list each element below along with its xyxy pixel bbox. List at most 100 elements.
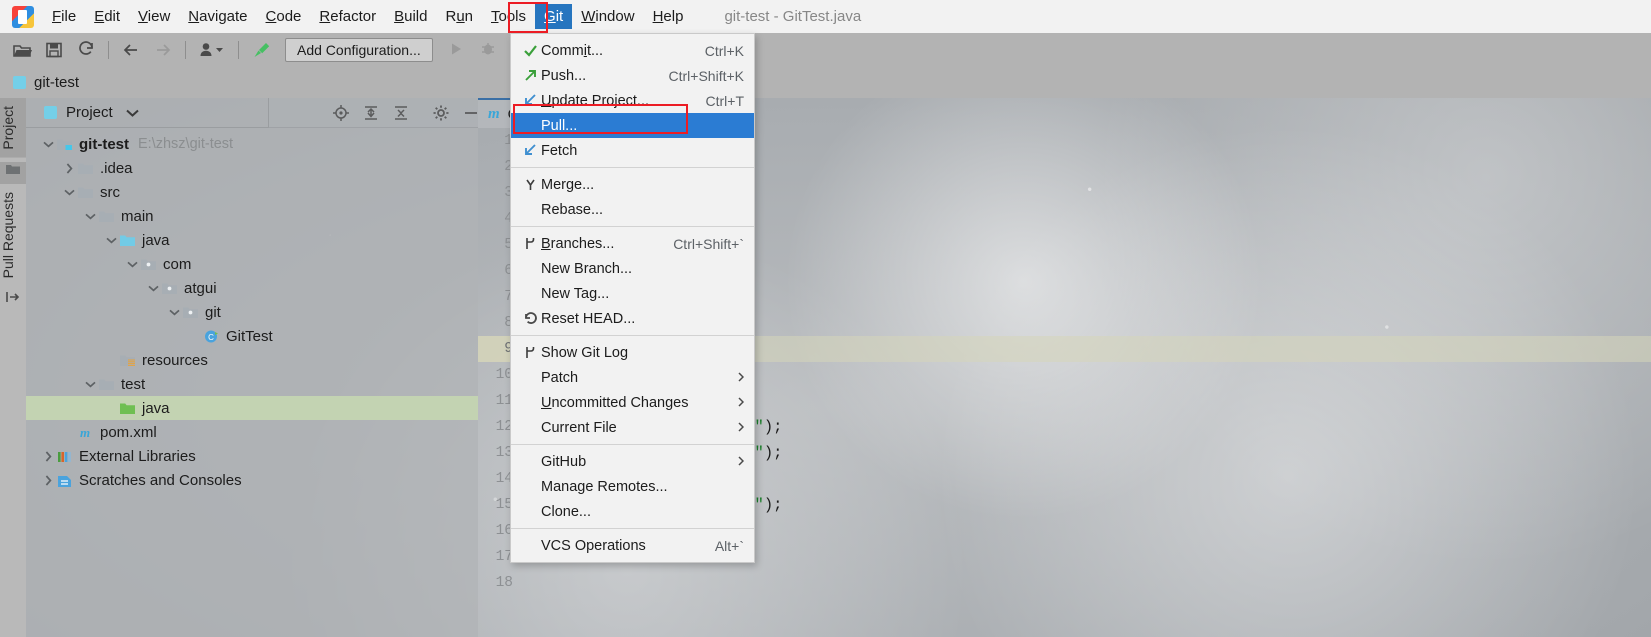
git-menu-item-current-file[interactable]: Current File [511,415,754,440]
tree-node-pom-xml[interactable]: m pom.xml [26,420,478,444]
project-file-tree: git-test E:\zhsz\git-test .idea src main java… [26,128,478,492]
git-menu-item-rebase[interactable]: Rebase... [511,197,754,222]
menu-bar-item-file[interactable]: File [43,4,85,29]
chevron-right-icon[interactable] [40,472,56,488]
chevron-right-icon[interactable] [40,448,56,464]
chevron-down-icon[interactable] [103,232,119,248]
git-menu-item-merge[interactable]: Merge... [511,172,754,197]
git-menu-item-clone[interactable]: Clone... [511,499,754,524]
tree-node-atgui[interactable]: atgui [26,276,478,300]
menu-bar-item-git[interactable]: Git [535,4,573,29]
git-menu-item-label: Patch [541,369,579,386]
tree-node-label: main [121,207,154,225]
git-menu-item-update-project[interactable]: Update Project... Ctrl+T [511,88,754,113]
git-menu-item-shortcut: Ctrl+T [705,92,745,109]
git-menu-item-manage-remotes[interactable]: Manage Remotes... [511,474,754,499]
sync-icon[interactable] [73,37,99,63]
menu-bar-item-run[interactable]: Run [436,4,482,29]
tree-node-external-libraries[interactable]: External Libraries [26,444,478,468]
git-menu-item-push[interactable]: Push... Ctrl+Shift+K [511,63,754,88]
chevron-down-icon[interactable] [124,256,140,272]
commit-icon[interactable] [0,290,26,312]
code-line[interactable] [522,570,1651,596]
tree-node-java[interactable]: java [26,228,478,252]
tool-window-tab-project[interactable]: Project [0,98,26,158]
merge-icon [519,176,541,194]
project-name-strip: git-test [0,66,1651,98]
build-hammer-icon[interactable] [248,37,274,63]
git-menu-item-reset-head[interactable]: Reset HEAD... [511,306,754,331]
menu-bar-item-window[interactable]: Window [572,4,643,29]
tree-node-idea[interactable]: .idea [26,156,478,180]
svg-text:m: m [80,425,90,440]
menu-bar-item-help[interactable]: Help [644,4,693,29]
tool-window-tab-pull-requests[interactable]: Pull Requests [0,184,26,286]
menu-bar: File Edit View Navigate Code Refactor Build Run… [0,0,1651,33]
tree-node-label: Scratches and Consoles [79,471,242,489]
git-menu-item-patch[interactable]: Patch [511,365,754,390]
git-menu-item-vcs-operations[interactable]: VCS Operations Alt+` [511,533,754,558]
menu-bar-items: File Edit View Navigate Code Refactor Build Run… [43,4,692,29]
tree-node-label: git [205,303,221,321]
toolbar-separator [238,40,239,59]
menu-bar-item-refactor[interactable]: Refactor [310,4,385,29]
chevron-down-icon[interactable] [40,136,56,152]
save-icon[interactable] [41,37,67,63]
chevron-down-icon[interactable] [82,376,98,392]
structure-icon[interactable] [0,161,26,184]
project-panel-icon [44,106,57,119]
tree-node-label: GitTest [226,327,273,345]
git-menu-item-github[interactable]: GitHub [511,449,754,474]
git-menu-item-shortcut: Ctrl+K [704,42,744,59]
menu-bar-item-navigate[interactable]: Navigate [179,4,256,29]
git-menu-item-label: New Branch... [541,260,633,277]
tree-node-resources[interactable]: resources [26,348,478,372]
git-menu-item-label: VCS Operations [541,537,646,554]
tree-node-scratches-and-consoles[interactable]: Scratches and Consoles [26,468,478,492]
tree-node-git-test[interactable]: git-test E:\zhsz\git-test [26,132,478,156]
open-folder-icon[interactable] [9,37,35,63]
menu-bar-item-view[interactable]: View [129,4,179,29]
project-icon [13,75,26,89]
git-menu-item-pull[interactable]: Pull... [511,113,754,138]
git-menu-item-new-branch[interactable]: New Branch... [511,256,754,281]
user-dropdown-icon[interactable] [195,37,229,63]
chevron-down-icon[interactable] [126,105,139,121]
chevron-down-icon[interactable] [166,304,182,320]
chevron-down-icon[interactable] [145,280,161,296]
tree-node-java[interactable]: java [26,396,478,420]
tree-node-label: test [121,375,146,393]
line-number[interactable]: 18 [478,570,522,596]
folder-icon [77,185,94,200]
tree-node-test[interactable]: test [26,372,478,396]
tree-node-main[interactable]: main [26,204,478,228]
git-menu-item-fetch[interactable]: Fetch [511,138,754,163]
menu-separator [511,226,754,227]
git-menu-item-branches[interactable]: Branches... Ctrl+Shift+` [511,231,754,256]
tree-node-git[interactable]: git [26,300,478,324]
git-menu-item-label: New Tag... [541,285,610,302]
folder-icon [98,209,115,224]
tree-node-com[interactable]: com [26,252,478,276]
chevron-right-icon[interactable] [61,160,77,176]
package-icon [140,257,157,272]
chevron-right-icon [738,371,745,385]
tree-node-gittest[interactable]: C GitTest [26,324,478,348]
menu-bar-item-tools[interactable]: Tools [482,4,535,29]
chevron-down-icon[interactable] [61,184,77,200]
git-menu-item-new-tag[interactable]: New Tag... [511,281,754,306]
chevron-down-icon[interactable] [82,208,98,224]
git-menu-item-uncommitted-changes[interactable]: Uncommitted Changes [511,390,754,415]
git-menu-item-show-git-log[interactable]: Show Git Log [511,340,754,365]
tree-node-src[interactable]: src [26,180,478,204]
git-menu-item-commit[interactable]: Commit... Ctrl+K [511,38,754,63]
menu-bar-item-edit[interactable]: Edit [85,4,129,29]
menu-bar-item-build[interactable]: Build [385,4,436,29]
back-arrow-icon[interactable] [118,37,144,63]
git-menu-item-shortcut: Ctrl+Shift+K [668,67,744,84]
add-configuration-button[interactable]: Add Configuration... [285,37,433,62]
tree-node-label: resources [142,351,208,369]
menu-bar-item-code[interactable]: Code [257,4,311,29]
